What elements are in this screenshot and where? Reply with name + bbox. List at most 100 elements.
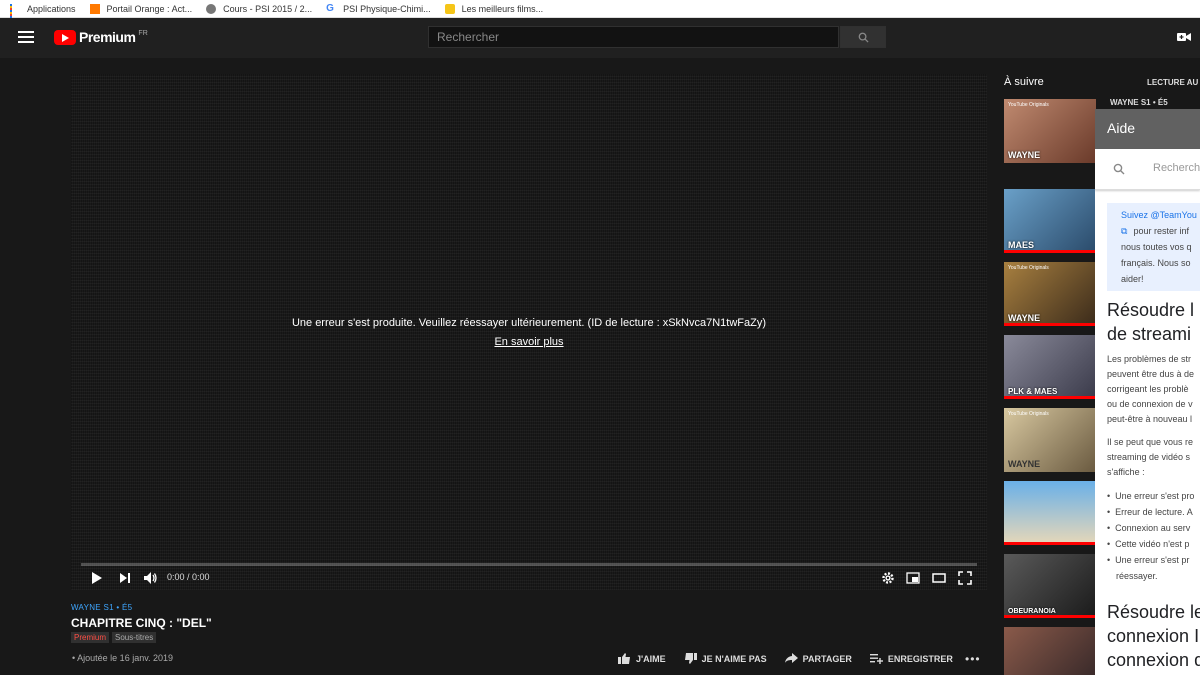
watched-progress (1004, 250, 1096, 253)
up-next-thumbnail[interactable] (1004, 627, 1096, 675)
heading-line: Résoudre les (1107, 602, 1200, 622)
save-button[interactable]: ENREGISTRER (869, 653, 953, 664)
up-next-thumbnail[interactable]: MAES (1004, 189, 1096, 253)
up-next-meta: WAYNE S1 • É5 (1110, 98, 1168, 107)
thumbnail-channel: YouTube Originals (1008, 102, 1049, 108)
share-button[interactable]: PARTAGER (784, 653, 852, 664)
bookmark-label: Les meilleurs films... (461, 3, 544, 14)
bookmark-label: PSI Physique-Chimi... (343, 3, 431, 14)
learn-more-link[interactable]: En savoir plus (494, 336, 563, 348)
up-next-thumbnail[interactable] (1004, 481, 1096, 545)
notice-line: aider! (1121, 274, 1144, 284)
add-to-playlist-icon (869, 654, 883, 664)
like-label: J'AIME (636, 653, 666, 664)
theater-mode-icon[interactable] (932, 571, 946, 585)
notice-line: nous toutes vos q (1121, 242, 1192, 252)
play-icon[interactable] (89, 571, 103, 585)
like-button[interactable]: J'AIME (618, 653, 666, 664)
paragraph-line: peuvent être dus à de (1107, 369, 1195, 379)
list-item: Connexion au serv (1107, 520, 1200, 536)
bookmark-label: Cours - PSI 2015 / 2... (223, 3, 313, 14)
bookmarks-bar: Applications Portail Orange : Act... Cou… (0, 0, 1200, 22)
thumbnail-title: WAYNE (1008, 313, 1041, 323)
dislike-label: JE N'AIME PAS (701, 653, 767, 664)
help-title: Aide (1095, 109, 1200, 149)
notice-line: français. Nous so (1121, 258, 1191, 268)
player-controls: 0:00 / 0:00 (71, 567, 987, 589)
error-message: Une erreur s'est produite. Veuillez rées… (291, 317, 767, 329)
autoplay-label[interactable]: LECTURE AU (1147, 78, 1198, 87)
film-icon (444, 3, 455, 14)
paragraph-line: corrigeant les problè (1107, 384, 1189, 394)
globe-icon (206, 3, 217, 14)
heading-line: Résoudre l (1107, 300, 1195, 320)
search-input[interactable]: Rechercher (428, 26, 839, 48)
share-arrow-icon (784, 653, 798, 663)
list-item: Erreur de lecture. A (1107, 504, 1200, 520)
video-title: CHAPITRE CINQ : "DEL" (71, 616, 212, 630)
help-notice: Suivez @TeamYou ⧉ pour rester inf nous to… (1107, 203, 1200, 291)
search-button[interactable] (840, 26, 886, 48)
thumbs-up-icon (618, 653, 630, 664)
bookmark-orange[interactable]: Portail Orange : Act... (89, 3, 193, 14)
paragraph-line: ou de connexion de v (1107, 399, 1193, 409)
up-next-thumbnail[interactable]: YouTube Originals WAYNE (1004, 408, 1096, 472)
progress-bar[interactable] (81, 563, 977, 566)
menu-icon[interactable] (18, 31, 34, 43)
bookmark-label: Applications (27, 3, 76, 14)
heading-line: connexion d (1107, 650, 1200, 670)
settings-gear-icon[interactable] (881, 571, 895, 585)
up-next-thumbnail[interactable]: PLK & MAES (1004, 335, 1096, 399)
paragraph-line: peut-être à nouveau l (1107, 414, 1193, 424)
list-item: Une erreur s'est pr (1107, 552, 1200, 568)
help-search-bar[interactable]: Rechercher (1095, 149, 1200, 190)
video-player[interactable]: Une erreur s'est produite. Veuillez rées… (71, 74, 987, 590)
heading-line: connexion In (1107, 626, 1200, 646)
paragraph-line: Il se peut que vous re (1107, 437, 1194, 447)
share-label: PARTAGER (802, 653, 852, 664)
bookmark-films[interactable]: Les meilleurs films... (444, 3, 544, 14)
thumbnail-title: MAES (1008, 240, 1035, 250)
list-item: Cette vidéo n'est p (1107, 536, 1200, 552)
youtube-premium-logo[interactable]: Premium FR (54, 29, 148, 45)
fullscreen-icon[interactable] (958, 571, 972, 585)
dislike-button[interactable]: JE N'AIME PAS (684, 653, 767, 664)
help-bullet-list: Une erreur s'est pro Erreur de lecture. … (1107, 488, 1200, 584)
thumbs-down-icon (684, 653, 697, 664)
upload-date: • Ajoutée le 16 janv. 2019 (72, 653, 174, 663)
heading-line: de streami (1107, 324, 1192, 344)
watched-progress (1004, 323, 1096, 326)
subtitles-badge: Sous-titres (112, 632, 157, 643)
help-heading: Résoudre les connexion In connexion d (1107, 600, 1200, 672)
search-icon (1113, 163, 1125, 175)
up-next-thumbnail[interactable]: YouTube Originals WAYNE (1004, 262, 1096, 326)
miniplayer-icon[interactable] (906, 571, 920, 585)
logo-text: Premium (79, 29, 136, 45)
external-link-icon: ⧉ (1121, 226, 1128, 236)
time-display: 0:00 / 0:00 (167, 572, 210, 582)
thumbnail-title: PLK & MAES (1008, 387, 1058, 396)
bookmark-applications[interactable]: Applications (10, 3, 76, 22)
up-next-thumbnail[interactable]: YouTube Originals WAYNE (1004, 99, 1096, 163)
next-icon[interactable] (118, 571, 132, 585)
volume-icon[interactable] (143, 571, 157, 585)
create-video-icon[interactable] (1177, 32, 1191, 42)
bookmark-label: Portail Orange : Act... (106, 3, 193, 14)
paragraph-line: s'affiche : (1107, 467, 1145, 477)
youtube-play-icon (54, 29, 76, 45)
bookmark-psi[interactable]: G PSI Physique-Chimi... (326, 3, 431, 14)
watched-progress (1004, 396, 1096, 399)
thumbnail-channel: YouTube Originals (1008, 411, 1049, 417)
notice-line[interactable]: Suivez @TeamYou (1121, 210, 1197, 220)
paragraph-line: streaming de vidéo s (1107, 452, 1191, 462)
search-icon (858, 32, 869, 43)
more-actions-icon[interactable]: ••• (965, 652, 981, 666)
thumbnail-channel: YouTube Originals (1008, 265, 1049, 271)
up-next-heading: À suivre (1004, 76, 1044, 88)
series-label[interactable]: WAYNE S1 • É5 (71, 603, 132, 612)
help-search-placeholder: Rechercher (1153, 162, 1200, 174)
up-next-thumbnail[interactable]: OBEURANOIA (1004, 554, 1096, 618)
bookmark-cours[interactable]: Cours - PSI 2015 / 2... (206, 3, 313, 14)
help-paragraph: Les problèmes de str peuvent être dus à … (1107, 352, 1200, 427)
help-heading: Résoudre l de streami (1107, 298, 1200, 346)
